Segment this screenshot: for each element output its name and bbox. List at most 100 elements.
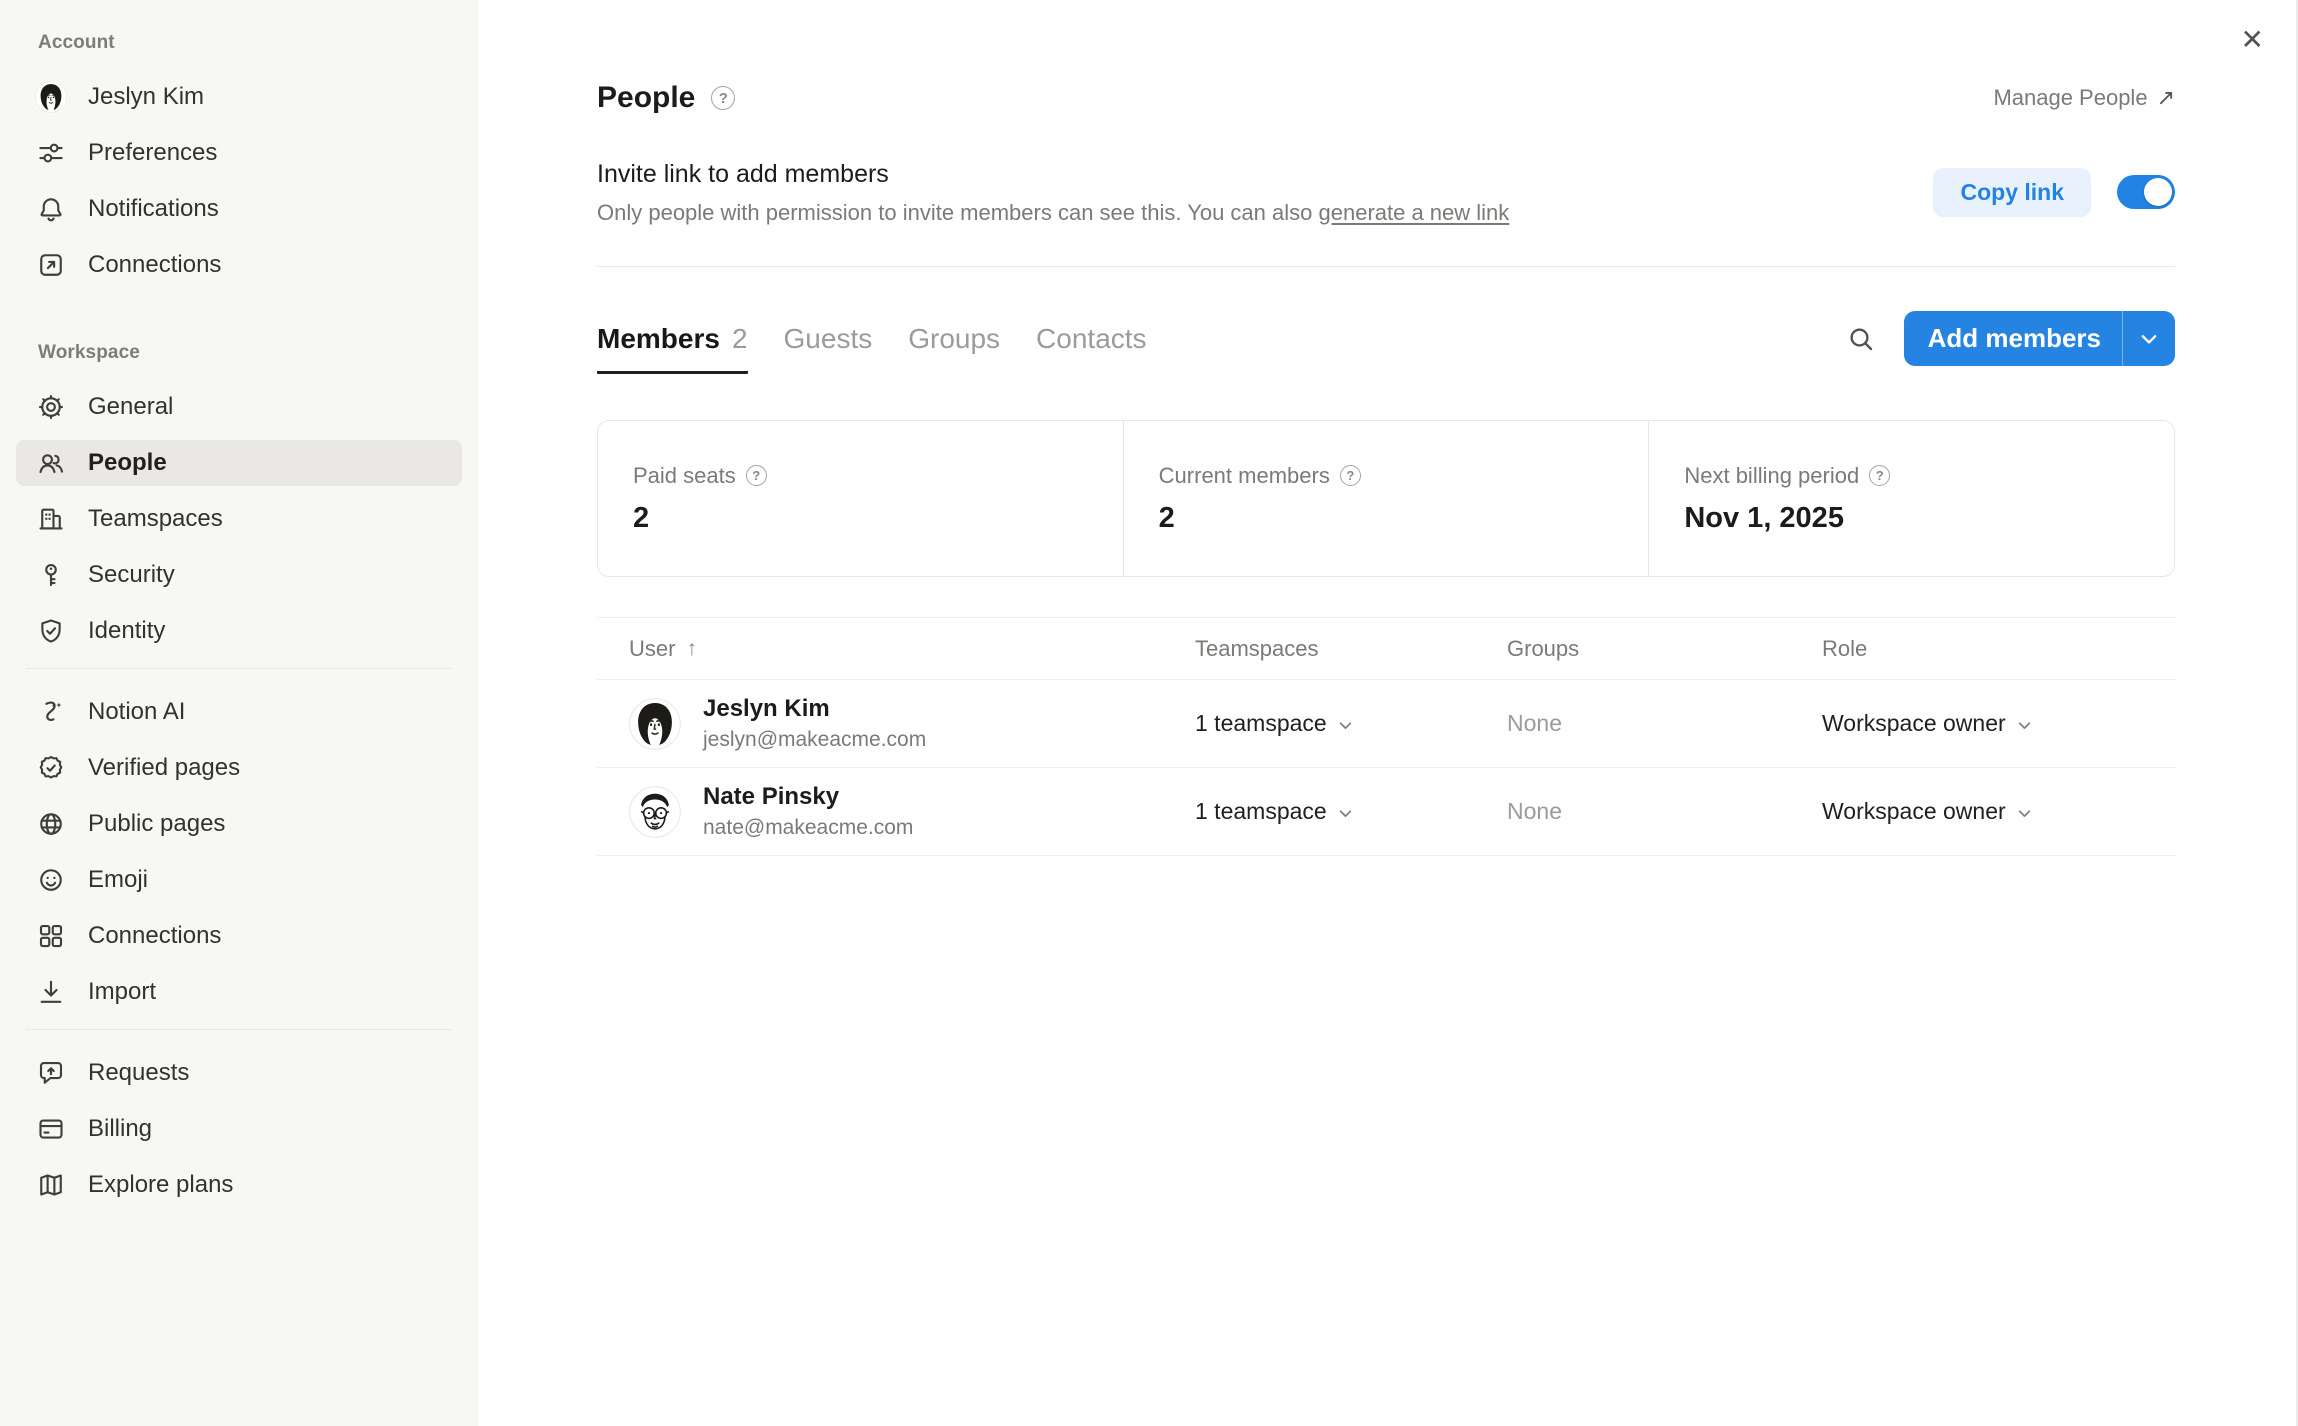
people-settings-panel: ✕ People ? Manage People ↗ Invite link t… xyxy=(478,0,2298,1426)
sidebar-item-billing[interactable]: Billing xyxy=(16,1106,462,1152)
teamspaces-dropdown[interactable]: 1 teamspace xyxy=(1195,798,1507,825)
table-row: Nate Pinsky nate@makeacme.com 1 teamspac… xyxy=(597,768,2175,856)
sidebar-item-label: Jeslyn Kim xyxy=(88,83,204,111)
invite-link-toggle[interactable] xyxy=(2117,175,2175,209)
sidebar-item-verified-pages[interactable]: Verified pages xyxy=(16,745,462,791)
sidebar-item-requests[interactable]: Requests xyxy=(16,1050,462,1096)
sidebar-item-label: Connections xyxy=(88,251,221,279)
billing-stats-card: Paid seats ? 2 Current members ? 2 Next … xyxy=(597,420,2175,577)
sidebar-item-emoji[interactable]: Emoji xyxy=(16,857,462,903)
current-members-value: 2 xyxy=(1159,502,1649,535)
help-circle-icon[interactable]: ? xyxy=(1340,465,1361,486)
credit-card-icon xyxy=(35,1114,67,1144)
sidebar-item-label: Public pages xyxy=(88,810,225,838)
people-icon xyxy=(35,448,67,478)
sidebar-item-explore-plans[interactable]: Explore plans xyxy=(16,1162,462,1208)
tab-groups[interactable]: Groups xyxy=(908,323,1000,374)
groups-value: None xyxy=(1507,798,1822,825)
sidebar-item-label: Identity xyxy=(88,617,165,645)
teamspaces-dropdown[interactable]: 1 teamspace xyxy=(1195,710,1507,737)
avatar xyxy=(629,698,681,750)
sidebar-item-general[interactable]: General xyxy=(16,384,462,430)
sidebar-item-security[interactable]: Security xyxy=(16,552,462,598)
shield-check-icon xyxy=(35,616,67,646)
sidebar-item-preferences[interactable]: Preferences xyxy=(16,130,462,176)
sidebar-item-label: Requests xyxy=(88,1059,189,1087)
buildings-icon xyxy=(35,504,67,534)
map-icon xyxy=(35,1170,67,1200)
sidebar-item-label: Connections xyxy=(88,922,221,950)
sidebar-divider xyxy=(26,1029,452,1030)
tab-members[interactable]: Members 2 xyxy=(597,323,748,374)
preferences-icon xyxy=(35,138,67,168)
invite-link-title: Invite link to add members xyxy=(597,158,1509,190)
sidebar-item-label: Security xyxy=(88,561,175,589)
sidebar-item-label: Notion AI xyxy=(88,698,185,726)
role-dropdown[interactable]: Workspace owner xyxy=(1822,798,2175,825)
sidebar-item-label: People xyxy=(88,449,167,477)
copy-link-button[interactable]: Copy link xyxy=(1933,168,2091,217)
members-count-badge: 2 xyxy=(732,323,748,355)
chevron-down-icon xyxy=(1337,717,1354,734)
sidebar-section-workspace: Workspace xyxy=(38,342,462,364)
help-circle-icon[interactable]: ? xyxy=(746,465,767,486)
verified-badge-icon xyxy=(35,753,67,783)
member-name: Jeslyn Kim xyxy=(703,695,926,723)
sidebar-item-teamspaces[interactable]: Teamspaces xyxy=(16,496,462,542)
sidebar-section-account: Account xyxy=(38,32,462,54)
help-circle-icon[interactable]: ? xyxy=(1869,465,1890,486)
grid-icon xyxy=(35,921,67,951)
sidebar-item-label: Preferences xyxy=(88,139,217,167)
paid-seats-value: 2 xyxy=(633,502,1123,535)
sidebar-item-label: Teamspaces xyxy=(88,505,223,533)
sidebar-item-label: Emoji xyxy=(88,866,148,894)
add-members-button[interactable]: Add members xyxy=(1904,311,2175,366)
sidebar-item-label: Verified pages xyxy=(88,754,240,782)
chevron-down-icon xyxy=(1337,805,1354,822)
generate-new-link[interactable]: generate a new link xyxy=(1319,200,1510,225)
sidebar-item-account-profile[interactable]: Jeslyn Kim xyxy=(16,74,462,120)
column-header-user[interactable]: User ↑ xyxy=(597,636,1195,662)
chevron-down-icon xyxy=(2138,328,2160,350)
settings-sidebar: Account Jeslyn Kim Preferences Notificat… xyxy=(0,0,478,1426)
avatar xyxy=(629,786,681,838)
people-tabs: Members 2 Guests Groups Contacts xyxy=(597,323,1147,374)
help-circle-icon[interactable]: ? xyxy=(711,86,735,110)
sidebar-item-identity[interactable]: Identity xyxy=(16,608,462,654)
sidebar-item-import[interactable]: Import xyxy=(16,969,462,1015)
sidebar-item-label: General xyxy=(88,393,173,421)
stat-current-members: Current members ? 2 xyxy=(1123,421,1649,576)
toggle-knob xyxy=(2144,178,2172,206)
tab-contacts[interactable]: Contacts xyxy=(1036,323,1147,374)
sidebar-item-notion-ai[interactable]: Notion AI xyxy=(16,689,462,735)
sidebar-item-public-pages[interactable]: Public pages xyxy=(16,801,462,847)
role-dropdown[interactable]: Workspace owner xyxy=(1822,710,2175,737)
stat-next-billing: Next billing period ? Nov 1, 2025 xyxy=(1648,421,2174,576)
jeslyn-avatar-small xyxy=(35,80,67,114)
notion-ai-icon xyxy=(35,697,67,727)
table-row: Jeslyn Kim jeslyn@makeacme.com 1 teamspa… xyxy=(597,680,2175,768)
sidebar-item-notifications[interactable]: Notifications xyxy=(16,186,462,232)
sidebar-item-connections-workspace[interactable]: Connections xyxy=(16,913,462,959)
chevron-down-icon xyxy=(2016,805,2033,822)
stat-paid-seats: Paid seats ? 2 xyxy=(598,421,1123,576)
members-table-header: User ↑ Teamspaces Groups Role xyxy=(597,617,2175,680)
manage-people-link[interactable]: Manage People ↗ xyxy=(1993,85,2175,111)
close-icon[interactable]: ✕ xyxy=(2241,26,2264,54)
groups-value: None xyxy=(1507,710,1822,737)
next-billing-value: Nov 1, 2025 xyxy=(1684,502,2174,535)
smiley-icon xyxy=(35,865,67,895)
sidebar-item-connections-account[interactable]: Connections xyxy=(16,242,462,288)
column-header-teamspaces: Teamspaces xyxy=(1195,636,1507,662)
sidebar-item-label: Billing xyxy=(88,1115,152,1143)
sidebar-item-label: Explore plans xyxy=(88,1171,233,1199)
sort-ascending-icon: ↑ xyxy=(686,637,697,661)
sidebar-item-label: Notifications xyxy=(88,195,219,223)
tab-guests[interactable]: Guests xyxy=(784,323,873,374)
search-icon[interactable] xyxy=(1846,324,1876,354)
sidebar-item-people[interactable]: People xyxy=(16,440,462,486)
add-members-dropdown[interactable] xyxy=(2122,311,2175,366)
gear-icon xyxy=(35,392,67,422)
request-bubble-icon xyxy=(35,1058,67,1088)
globe-icon xyxy=(35,809,67,839)
